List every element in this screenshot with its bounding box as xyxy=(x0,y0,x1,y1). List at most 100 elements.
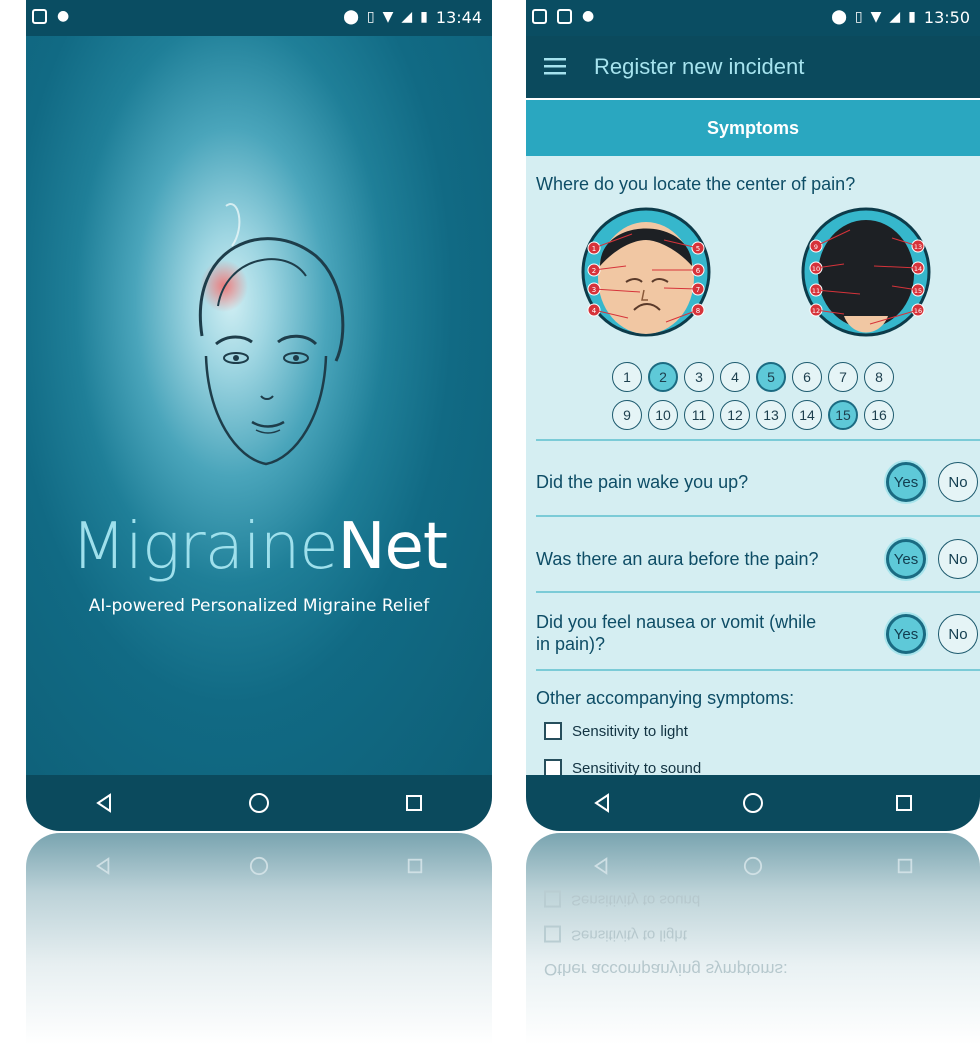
pain-point-10[interactable]: 10 xyxy=(648,400,678,430)
pain-point-7[interactable]: 7 xyxy=(828,362,858,392)
answer-wake: Yes No xyxy=(886,462,978,502)
no-button-nausea[interactable]: No xyxy=(938,614,978,654)
recents-square-icon xyxy=(897,858,912,874)
yes-button-nausea[interactable]: Yes xyxy=(886,614,926,654)
reflected-other-symptoms: Other accompanying symptoms: xyxy=(544,960,788,979)
svg-text:11: 11 xyxy=(812,287,820,295)
nav-bar xyxy=(26,775,492,831)
svg-text:8: 8 xyxy=(696,307,700,315)
home-circle-icon xyxy=(248,793,269,813)
svg-text:5: 5 xyxy=(696,245,700,253)
battery-icon: ▮ xyxy=(908,9,916,25)
pain-point-14[interactable]: 14 xyxy=(792,400,822,430)
woman-face-logo xyxy=(198,203,345,466)
question-wake: Did the pain wake you up? xyxy=(536,472,749,492)
recents-button[interactable] xyxy=(384,783,444,823)
back-triangle-icon xyxy=(96,857,110,875)
recents-button[interactable] xyxy=(874,783,934,823)
answer-nausea: Yes No xyxy=(886,614,978,654)
svg-text:13: 13 xyxy=(914,243,922,251)
recents-square-icon xyxy=(896,795,913,811)
pain-point-4[interactable]: 4 xyxy=(720,362,750,392)
reflected-checkbox-sound: Sensitivity to sound xyxy=(544,891,700,909)
svg-text:9: 9 xyxy=(814,243,818,251)
reflection-left xyxy=(26,833,492,1045)
svg-text:10: 10 xyxy=(812,265,820,273)
signal-icon: ◢ xyxy=(401,9,413,25)
recents-square-icon xyxy=(406,795,423,811)
back-button[interactable] xyxy=(74,783,134,823)
image-icon xyxy=(532,9,547,24)
signal-icon: ◢ xyxy=(889,9,901,25)
download-icon xyxy=(557,9,572,24)
divider xyxy=(536,591,980,593)
splash-background: MigraineNet AI-powered Personalized Migr… xyxy=(26,36,492,775)
svg-text:2: 2 xyxy=(592,267,596,275)
back-button[interactable] xyxy=(572,783,632,823)
home-button[interactable] xyxy=(229,783,289,823)
app-bar: Register new incident xyxy=(526,36,980,98)
no-button-wake[interactable]: No xyxy=(938,462,978,502)
checkbox-box[interactable] xyxy=(544,722,562,740)
back-triangle-icon xyxy=(593,793,609,813)
clock: 13:44 xyxy=(435,8,482,27)
reflected-nav xyxy=(26,843,492,889)
brand-part-migraine: Migraine xyxy=(71,510,339,584)
vibrate-icon: ▯ xyxy=(366,9,375,25)
section-header: Symptoms xyxy=(526,100,980,156)
pain-point-6[interactable]: 6 xyxy=(792,362,822,392)
reflected-checkbox-light: Sensitivity to light xyxy=(544,926,687,944)
question-nausea: Did you feel nausea or vomit (while in p… xyxy=(536,611,816,655)
status-bar: ● ⬤ ▯ ▼ ◢ ▮ 13:44 xyxy=(26,0,492,36)
incident-screen: ● ⬤ ▯ ▼ ◢ ▮ 13:50 Register new incident … xyxy=(526,0,980,831)
checkbox-sound-label: Sensitivity to sound xyxy=(572,759,702,777)
svg-text:14: 14 xyxy=(914,265,922,273)
svg-text:3: 3 xyxy=(592,286,596,294)
location-icon: ⬤ xyxy=(343,9,359,25)
pain-point-16[interactable]: 16 xyxy=(864,400,894,430)
status-bar: ● ⬤ ▯ ▼ ◢ ▮ 13:50 xyxy=(526,0,980,36)
pain-location-question: Where do you locate the center of pain? xyxy=(536,174,856,194)
android-icon: ● xyxy=(57,8,70,24)
menu-icon[interactable] xyxy=(544,56,566,76)
wifi-icon: ▼ xyxy=(870,9,882,25)
yes-button-wake[interactable]: Yes xyxy=(886,462,926,502)
home-circle-icon xyxy=(743,856,763,876)
divider xyxy=(536,669,980,671)
pain-point-9[interactable]: 9 xyxy=(612,400,642,430)
pain-point-1[interactable]: 1 xyxy=(612,362,642,392)
pain-point-11[interactable]: 11 xyxy=(684,400,714,430)
nav-bar xyxy=(526,775,980,831)
pain-point-5[interactable]: 5 xyxy=(756,362,786,392)
pain-point-12[interactable]: 12 xyxy=(720,400,750,430)
tagline: AI-powered Personalized Migraine Relief xyxy=(88,596,430,616)
svg-text:1: 1 xyxy=(592,245,596,253)
back-triangle-icon xyxy=(95,793,111,813)
pain-point-15[interactable]: 15 xyxy=(828,400,858,430)
recents-square-icon xyxy=(407,858,422,874)
svg-text:15: 15 xyxy=(914,287,922,295)
svg-text:6: 6 xyxy=(696,267,701,275)
pain-point-13[interactable]: 13 xyxy=(756,400,786,430)
question-nausea-line2: in pain)? xyxy=(536,634,606,654)
svg-text:7: 7 xyxy=(696,286,700,294)
wifi-icon: ▼ xyxy=(382,9,394,25)
question-aura: Was there an aura before the pain? xyxy=(536,549,819,569)
divider xyxy=(536,439,980,441)
back-triangle-icon xyxy=(594,857,608,875)
svg-text:16: 16 xyxy=(914,307,922,315)
divider xyxy=(536,515,980,517)
app-brand: MigraineNet xyxy=(26,510,492,584)
pain-point-2[interactable]: 2 xyxy=(648,362,678,392)
no-button-aura[interactable]: No xyxy=(938,539,978,579)
location-icon: ⬤ xyxy=(831,9,847,25)
vibrate-icon: ▯ xyxy=(854,9,863,25)
checkbox-light-label: Sensitivity to light xyxy=(572,722,688,740)
pain-points-row-2: 9 10 11 12 13 14 15 16 xyxy=(526,400,980,430)
checkbox-light[interactable]: Sensitivity to light xyxy=(544,722,688,740)
pain-point-3[interactable]: 3 xyxy=(684,362,714,392)
answer-aura: Yes No xyxy=(886,539,978,579)
home-button[interactable] xyxy=(723,783,783,823)
yes-button-aura[interactable]: Yes xyxy=(886,539,926,579)
pain-point-8[interactable]: 8 xyxy=(864,362,894,392)
